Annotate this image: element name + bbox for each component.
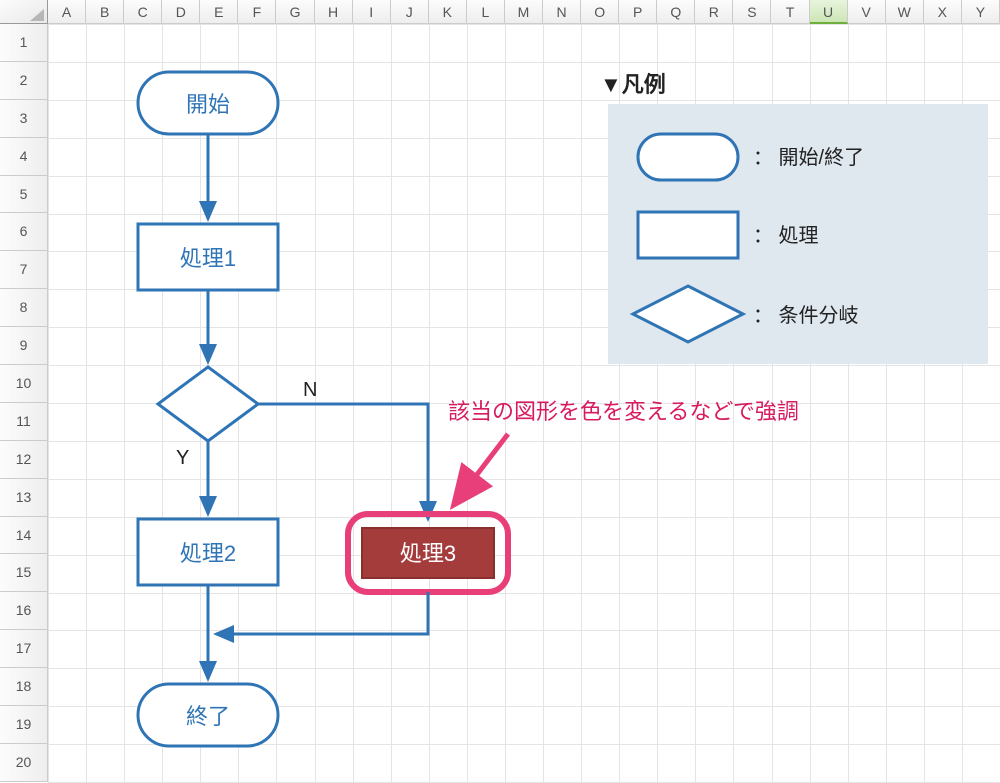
column-header-W[interactable]: W (886, 0, 924, 24)
row-header-12[interactable]: 12 (0, 441, 48, 479)
column-header-H[interactable]: H (315, 0, 353, 24)
row-header-8[interactable]: 8 (0, 289, 48, 327)
row-header-7[interactable]: 7 (0, 251, 48, 289)
row-header-1[interactable]: 1 (0, 24, 48, 62)
column-header-G[interactable]: G (276, 0, 314, 24)
row-header-15[interactable]: 15 (0, 554, 48, 592)
spreadsheet: ABCDEFGHIJKLMNOPQRSTUVWXY 12345678910111… (0, 0, 1000, 782)
column-header-T[interactable]: T (771, 0, 809, 24)
column-header-A[interactable]: A (48, 0, 86, 24)
row-header-16[interactable]: 16 (0, 592, 48, 630)
row-header-17[interactable]: 17 (0, 630, 48, 668)
column-header-N[interactable]: N (543, 0, 581, 24)
row-header-19[interactable]: 19 (0, 706, 48, 744)
column-header-P[interactable]: P (619, 0, 657, 24)
column-header-R[interactable]: R (695, 0, 733, 24)
column-header-I[interactable]: I (353, 0, 391, 24)
column-header-V[interactable]: V (848, 0, 886, 24)
column-header-Q[interactable]: Q (657, 0, 695, 24)
row-header-20[interactable]: 20 (0, 744, 48, 782)
row-header-6[interactable]: 6 (0, 213, 48, 251)
row-header-3[interactable]: 3 (0, 100, 48, 138)
row-header-4[interactable]: 4 (0, 138, 48, 176)
row-header-11[interactable]: 11 (0, 403, 48, 441)
column-header-E[interactable]: E (200, 0, 238, 24)
column-header-X[interactable]: X (924, 0, 962, 24)
select-all-corner[interactable] (0, 0, 48, 24)
column-header-B[interactable]: B (86, 0, 124, 24)
column-header-C[interactable]: C (124, 0, 162, 24)
column-header-F[interactable]: F (238, 0, 276, 24)
column-header-S[interactable]: S (733, 0, 771, 24)
row-header-18[interactable]: 18 (0, 668, 48, 706)
row-headers: 1234567891011121314151617181920 (0, 24, 48, 782)
column-header-J[interactable]: J (391, 0, 429, 24)
column-header-U[interactable]: U (810, 0, 848, 24)
row-header-14[interactable]: 14 (0, 517, 48, 555)
row-header-9[interactable]: 9 (0, 327, 48, 365)
column-header-D[interactable]: D (162, 0, 200, 24)
row-header-5[interactable]: 5 (0, 176, 48, 214)
row-header-2[interactable]: 2 (0, 62, 48, 100)
column-header-Y[interactable]: Y (962, 0, 1000, 24)
column-header-M[interactable]: M (505, 0, 543, 24)
row-header-13[interactable]: 13 (0, 479, 48, 517)
column-header-O[interactable]: O (581, 0, 619, 24)
column-header-K[interactable]: K (429, 0, 467, 24)
column-headers: ABCDEFGHIJKLMNOPQRSTUVWXY (0, 0, 1000, 24)
column-header-L[interactable]: L (467, 0, 505, 24)
row-header-10[interactable]: 10 (0, 365, 48, 403)
cell-area[interactable] (48, 24, 1000, 782)
